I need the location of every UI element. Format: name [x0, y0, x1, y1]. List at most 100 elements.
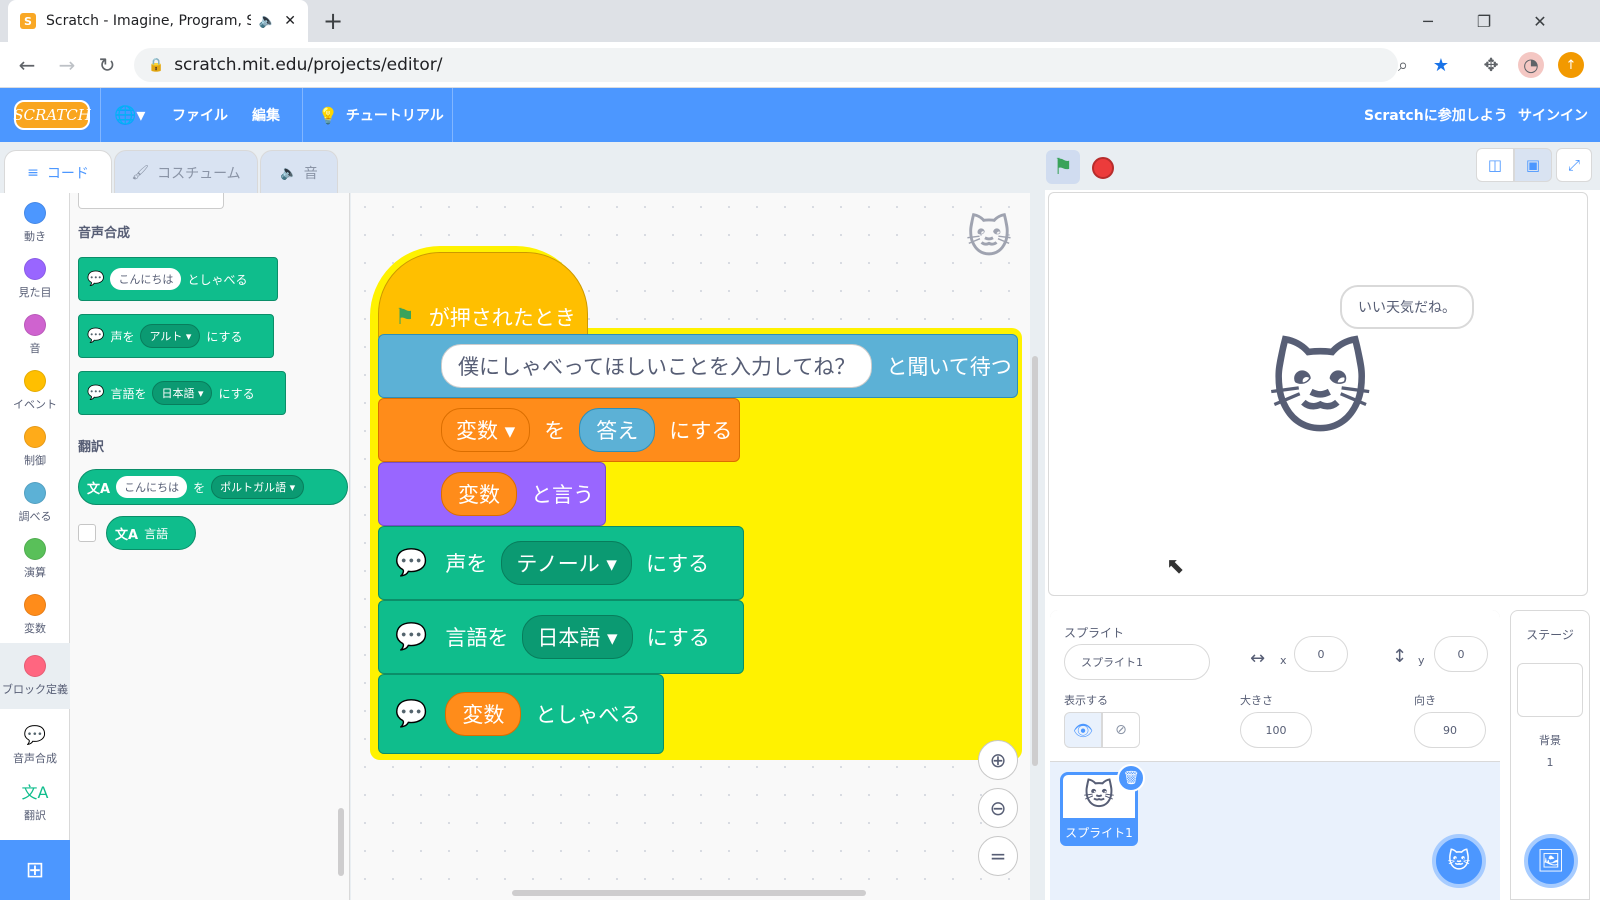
category-label: 翻訳 — [24, 809, 46, 822]
palette-translate-block[interactable]: 文A こんにちは を ポルトガル語 ▾ — [78, 469, 348, 505]
voice-dropdown[interactable]: アルト ▾ — [140, 324, 201, 348]
y-input[interactable]: 0 — [1434, 636, 1488, 672]
show-eye-icon[interactable]: 👁 — [1064, 712, 1102, 748]
category-operators[interactable]: 演算 — [0, 531, 70, 587]
variable-reporter[interactable]: 変数 — [445, 692, 522, 736]
palette-set-language-block[interactable]: 💬 言語を 日本語 ▾ にする — [78, 371, 286, 415]
reload-icon[interactable]: ↻ — [92, 50, 122, 80]
category-variables[interactable]: 変数 — [0, 587, 70, 643]
palette-scrollbar[interactable] — [338, 808, 344, 876]
speak-block[interactable]: 💬 変数 としゃべる — [378, 674, 664, 754]
x-input[interactable]: 0 — [1294, 636, 1348, 672]
delete-sprite-icon[interactable]: 🗑 — [1117, 764, 1145, 792]
bookmark-star-icon[interactable]: ★ — [1428, 52, 1454, 78]
script-vertical-scrollbar[interactable] — [1032, 356, 1038, 766]
minimize-icon[interactable]: ─ — [1408, 6, 1448, 36]
cat-sprite-icon[interactable]: 🐱 — [1268, 340, 1372, 440]
zoom-out-icon[interactable]: ⊖ — [978, 788, 1018, 828]
block-text: にする — [646, 626, 710, 650]
category-motion[interactable]: 動き — [0, 195, 70, 251]
add-sprite-button[interactable]: 🐱 — [1432, 834, 1486, 888]
make-block-button[interactable] — [78, 193, 224, 209]
category-translate[interactable]: 文A 翻訳 — [0, 773, 70, 829]
join-scratch-link[interactable]: Scratchに参加しよう — [1364, 103, 1508, 127]
language-reporter-checkbox[interactable] — [78, 524, 96, 542]
speech-bubble-icon: 💬 — [87, 328, 105, 344]
sprite-name-input[interactable]: スプライト1 — [1064, 644, 1210, 680]
control-dot-icon — [24, 426, 46, 448]
palette-language-reporter[interactable]: 文A 言語 — [106, 516, 196, 550]
category-events[interactable]: イベント — [0, 363, 70, 419]
category-control[interactable]: 制御 — [0, 419, 70, 475]
add-extension-button[interactable]: ⊞ — [0, 840, 70, 900]
green-flag-button[interactable]: ⚑ — [1046, 150, 1080, 184]
variable-dropdown[interactable]: 変数 ▾ — [441, 408, 531, 452]
sign-in-link[interactable]: サインイン — [1518, 103, 1588, 127]
category-text-to-speech[interactable]: 💬 音声合成 — [0, 717, 70, 773]
tab-costumes[interactable]: 🖌 コスチューム — [114, 150, 258, 194]
small-stage-icon[interactable]: ◫ — [1476, 148, 1514, 182]
stop-button[interactable] — [1092, 157, 1114, 179]
voice-dropdown[interactable]: テノール ▾ — [501, 541, 632, 585]
variable-reporter[interactable]: 変数 — [441, 472, 517, 516]
forward-icon[interactable]: → — [52, 50, 82, 80]
tab-costumes-label: コスチューム — [157, 165, 241, 182]
language-dropdown[interactable]: 日本語 ▾ — [152, 381, 213, 405]
size-input[interactable]: 100 — [1240, 712, 1312, 748]
profile-avatar-icon[interactable]: ◔ — [1518, 52, 1544, 78]
close-tab-icon[interactable]: ✕ — [284, 13, 296, 29]
block-text: としゃべる — [535, 703, 641, 727]
browser-tab[interactable]: S Scratch - Imagine, Program, S 🔈 ✕ — [8, 0, 308, 42]
ask-question-input[interactable]: 僕にしゃべってほしいことを入力してね？ — [441, 344, 873, 388]
translate-icon: 文A — [21, 783, 49, 802]
edit-menu[interactable]: 編集 — [252, 103, 280, 127]
zoom-icon[interactable]: ⌕ — [1390, 52, 1416, 78]
palette-set-voice-block[interactable]: 💬 声を アルト ▾ にする — [78, 314, 274, 358]
stage-thumbnail[interactable] — [1517, 663, 1583, 717]
category-sensing[interactable]: 調べる — [0, 475, 70, 531]
palette-speak-block[interactable]: 💬 こんにちは としゃべる — [78, 257, 278, 301]
file-menu[interactable]: ファイル — [172, 103, 228, 127]
scratch-logo[interactable]: SCRATCH — [13, 100, 91, 130]
zoom-reset-icon[interactable]: = — [978, 836, 1018, 876]
close-window-icon[interactable]: ✕ — [1520, 6, 1560, 36]
category-my-blocks[interactable]: ブロック定義 — [0, 643, 70, 709]
back-icon[interactable]: ← — [12, 50, 42, 80]
hide-eye-icon[interactable]: ⊘ — [1102, 712, 1140, 748]
direction-input[interactable]: 90 — [1414, 712, 1486, 748]
tab-title: Scratch - Imagine, Program, S — [46, 13, 251, 29]
ask-and-wait-block[interactable]: 僕にしゃべってほしいことを入力してね？ と聞いて待つ — [378, 334, 1018, 398]
speaker-icon[interactable]: 🔈 — [259, 13, 276, 29]
category-sound[interactable]: 音 — [0, 307, 70, 363]
restore-icon[interactable]: ❐ — [1464, 6, 1504, 36]
set-language-block[interactable]: 💬 言語を 日本語 ▾ にする — [378, 600, 744, 674]
extensions-icon[interactable]: ✥ — [1478, 52, 1504, 78]
new-tab-button[interactable]: + — [318, 6, 348, 36]
fullscreen-icon[interactable]: ⤢ — [1556, 148, 1592, 182]
answer-reporter[interactable]: 答え — [579, 408, 656, 452]
when-flag-clicked-block[interactable]: ⚑ が押されたとき — [378, 252, 588, 342]
update-icon[interactable]: ↑ — [1558, 52, 1584, 78]
block-text: が押されたとき — [428, 306, 576, 330]
script-horizontal-scrollbar[interactable] — [512, 890, 866, 896]
category-label: 見た目 — [18, 286, 52, 299]
set-voice-block[interactable]: 💬 声を テノール ▾ にする — [378, 526, 744, 600]
say-block[interactable]: 変数 と言う — [378, 462, 606, 526]
translate-language-dropdown[interactable]: ポルトガル語 ▾ — [211, 475, 305, 499]
tab-sounds[interactable]: 🔈 音 — [260, 150, 338, 194]
language-globe-icon[interactable]: 🌐▾ — [114, 103, 145, 127]
large-stage-icon[interactable]: ▣ — [1514, 148, 1552, 182]
translate-text-input[interactable]: こんにちは — [116, 476, 188, 498]
category-label: 変数 — [24, 622, 46, 635]
tab-code[interactable]: ≡ コード — [4, 150, 112, 194]
operators-dot-icon — [24, 538, 46, 560]
zoom-in-icon[interactable]: ⊕ — [978, 740, 1018, 780]
speak-text-input[interactable]: こんにちは — [110, 268, 182, 290]
speech-bubble: いい天気だね。 — [1340, 285, 1474, 329]
category-looks[interactable]: 見た目 — [0, 251, 70, 307]
language-dropdown[interactable]: 日本語 ▾ — [522, 615, 633, 659]
add-backdrop-button[interactable]: 🖼 — [1524, 834, 1578, 888]
tutorials-menu[interactable]: 💡 チュートリアル — [318, 103, 444, 127]
address-bar[interactable]: 🔒 scratch.mit.edu/projects/editor/ — [134, 48, 1398, 82]
set-variable-block[interactable]: 変数 ▾ を 答え にする — [378, 398, 740, 462]
